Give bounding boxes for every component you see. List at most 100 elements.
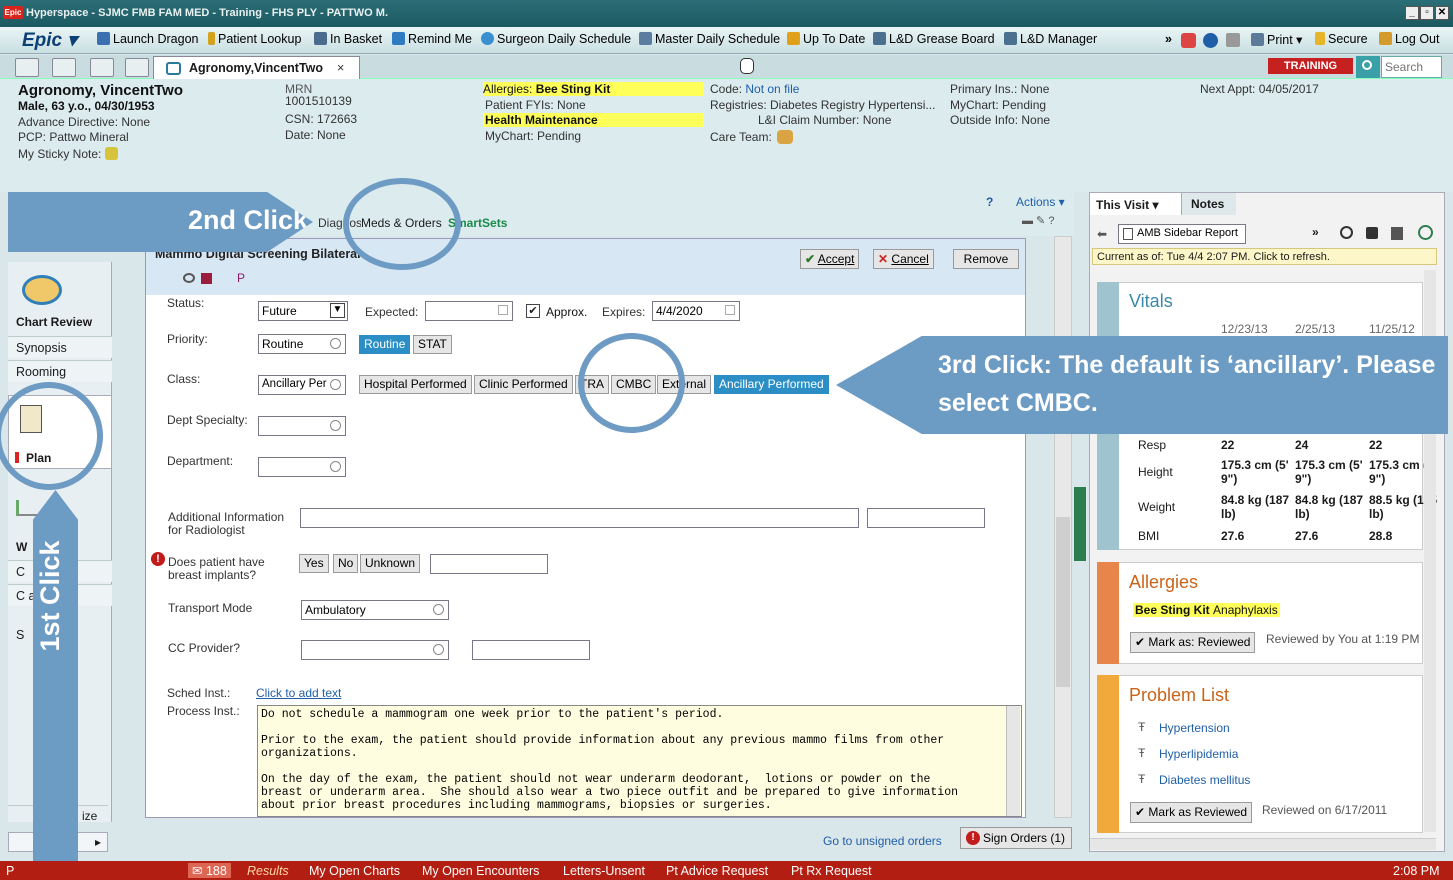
search-icon[interactable] [433,644,444,655]
mark-problems-reviewed-button[interactable]: ✔ Mark as Reviewed [1130,802,1253,823]
search-input[interactable] [1381,56,1442,78]
epic-menu-button[interactable]: Epic ▾ [22,29,77,52]
sidebar-collapse-handle[interactable] [1074,487,1086,561]
p-flag[interactable]: P [237,271,245,285]
cc-provider-extra-input[interactable] [472,640,590,660]
secure-button[interactable]: Secure [1315,32,1368,46]
mark-allergies-reviewed-button[interactable]: ✔ Mark as: Reviewed [1130,632,1256,653]
status-pt-advice[interactable]: Pt Advice Request [666,864,768,878]
close-tab-icon[interactable]: × [337,61,344,75]
priority-input[interactable]: Routine [258,334,346,354]
problem-item-diabetes[interactable]: Diabetes mellitus [1159,773,1250,787]
class-ancillary-performed[interactable]: Ancillary Performed [714,375,829,394]
cancel-button[interactable]: ✕ Cancel [873,249,934,269]
inbasket-tab-icon[interactable] [90,58,114,77]
search-icon[interactable] [1356,56,1380,78]
accept-button[interactable]: ✔ Accept [800,249,860,269]
tab-notes[interactable]: Notes [1182,193,1236,215]
problem-list-heading[interactable]: Problem List [1129,685,1229,706]
health-maintenance-banner[interactable]: Health Maintenance [483,113,704,127]
in-basket-button[interactable]: In Basket [314,32,382,46]
status-select[interactable]: Future ▼ [258,301,348,321]
chart-review-icon[interactable] [22,275,62,305]
surgeon-schedule-button[interactable]: Surgeon Daily Schedule [481,32,631,46]
expires-date-input[interactable]: 4/4/2020 [652,301,740,321]
patient-fyis[interactable]: Patient FYIs: None [485,98,586,112]
chart-tab-icon[interactable] [125,58,149,77]
chart-review-item[interactable]: Chart Review [16,315,92,329]
problem-item-hypertension[interactable]: Hypertension [1159,721,1230,735]
launch-dragon-button[interactable]: Launch Dragon [97,32,198,46]
calendar-icon[interactable] [498,305,508,315]
process-instructions-text[interactable]: Do not schedule a mammogram one week pri… [257,705,1022,817]
refresh-banner[interactable]: Current as of: Tue 4/4 2:07 PM. Click to… [1092,248,1437,265]
tab-this-visit[interactable]: This Visit ▾ [1090,193,1182,215]
patient-name[interactable]: Agronomy, VincentTwo [18,82,183,99]
alert-icon[interactable] [1181,33,1196,48]
sticky-note-icon[interactable] [105,147,118,160]
search-icon[interactable] [330,420,341,431]
print-button[interactable]: Print ▾ [1251,32,1302,47]
status-pt-rx[interactable]: Pt Rx Request [791,864,872,878]
close-window-button[interactable]: ✕ [1435,6,1449,20]
implants-no-button[interactable]: No [333,554,359,573]
implants-comment-input[interactable] [430,554,548,574]
approx-checkbox[interactable]: ✔ [526,304,540,318]
care-team-icon[interactable] [777,130,793,144]
pcp[interactable]: PCP: Pattwo Mineral [18,130,129,144]
vitals-heading[interactable]: Vitals [1129,291,1173,312]
minimize-button[interactable]: _ [1405,6,1419,20]
help-button[interactable]: ? [986,195,993,209]
sidebar-item-synopsis[interactable]: Synopsis [8,336,112,358]
grease-board-button[interactable]: L&D Grease Board [873,32,995,46]
desktop-tab-icon[interactable] [15,58,39,77]
process-scrollbar[interactable] [1006,706,1020,816]
next-appointment[interactable]: Next Appt: 04/05/2017 [1200,82,1319,96]
cc-provider-input[interactable] [301,640,449,660]
status-results[interactable]: Results [247,864,289,878]
sidebar-item-rooming[interactable]: Rooming [8,360,112,382]
class-clinic-performed[interactable]: Clinic Performed [474,375,573,394]
remove-button[interactable]: Remove [953,249,1019,269]
allergies-heading[interactable]: Allergies [1129,572,1198,593]
allergy-item[interactable]: Bee Sting Kit Anaphylaxis [1133,603,1280,617]
go-unsigned-orders-link[interactable]: Go to unsigned orders [823,834,942,848]
code-value[interactable]: Not on file [745,82,799,96]
class-input[interactable]: Ancillary Per [258,375,346,395]
sidebar-hscrollbar[interactable] [1090,838,1436,850]
priority-stat-button[interactable]: STAT [413,335,452,354]
patient-tab[interactable]: Agronomy,VincentTwo × [153,56,360,80]
sign-orders-button[interactable]: ! Sign Orders (1) [960,827,1073,849]
transport-input[interactable]: Ambulatory [301,600,449,620]
wrench-icon[interactable] [1226,33,1240,47]
dept-specialty-input[interactable] [258,416,346,436]
link-icon[interactable] [183,273,195,283]
expected-date-input[interactable] [425,301,513,321]
search-icon[interactable] [330,379,341,390]
restore-button[interactable]: ▫ [1420,6,1434,20]
master-schedule-button[interactable]: Master Daily Schedule [639,32,780,46]
registries[interactable]: Registries: Diabetes Registry Hypertensi… [710,98,935,112]
refresh-icon[interactable] [1418,225,1433,240]
status-open-charts[interactable]: My Open Charts [309,864,400,878]
class-hospital-performed[interactable]: Hospital Performed [359,375,472,394]
add-text-link[interactable]: Click to add text [256,686,341,700]
actions-menu[interactable]: Actions ▾ [1016,195,1065,209]
up-to-date-button[interactable]: Up To Date [787,32,865,46]
remind-me-button[interactable]: Remind Me [392,32,472,46]
activity-tools-icon[interactable]: ▬ ✎ ? [1022,214,1070,227]
additional-info-extra-input[interactable] [867,508,985,528]
allergies-banner[interactable]: Allergies: Bee Sting Kit [483,82,704,96]
additional-info-input[interactable] [300,508,859,528]
department-input[interactable] [258,457,346,477]
implants-unknown-button[interactable]: Unknown [360,554,421,573]
help-globe-icon[interactable] [1203,33,1218,48]
copy-icon[interactable] [1391,227,1403,240]
priority-routine-button[interactable]: Routine [359,335,411,354]
search-icon[interactable] [433,604,444,615]
status-letters-unsent[interactable]: Letters-Unsent [563,864,645,878]
search-icon[interactable] [330,338,341,349]
sticky-note-label[interactable]: My Sticky Note: [18,147,101,161]
patient-lookup-button[interactable]: Patient Lookup [208,32,301,46]
ld-manager-button[interactable]: L&D Manager [1004,32,1097,46]
